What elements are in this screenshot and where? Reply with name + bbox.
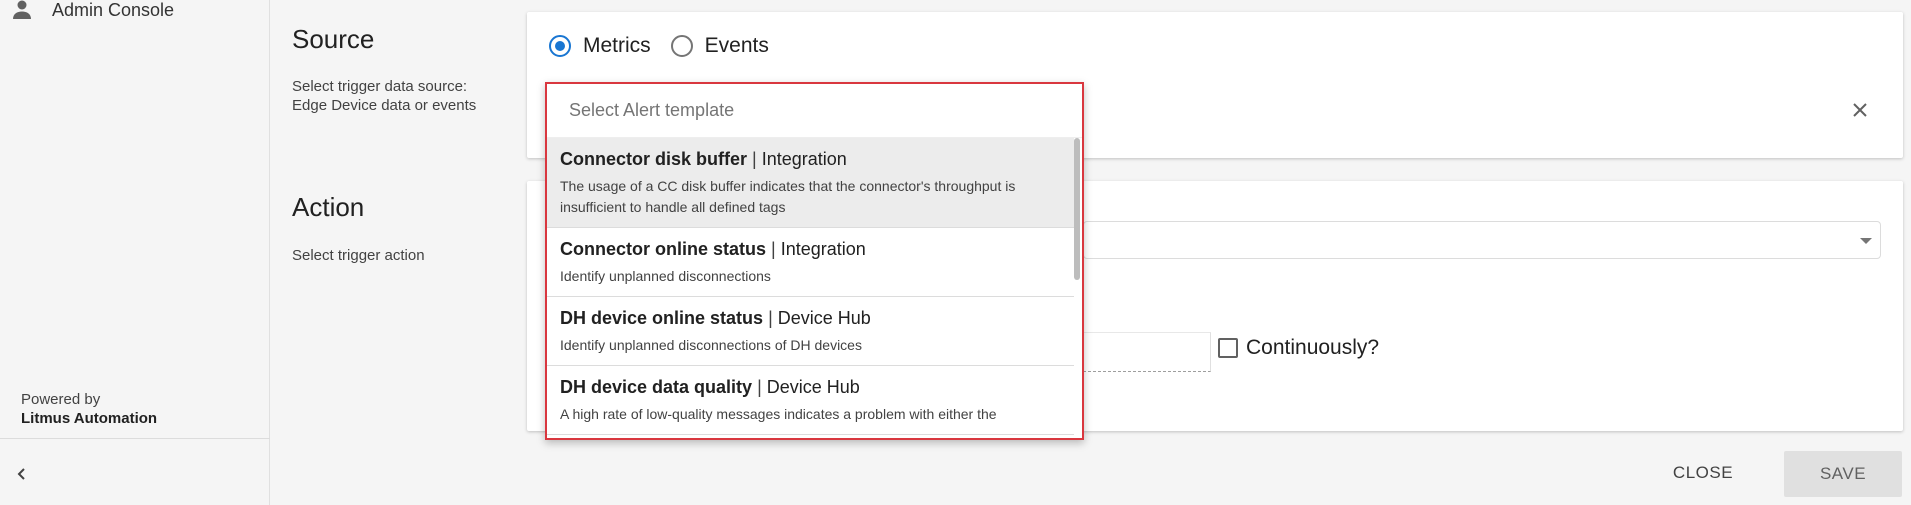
- source-title: Source: [292, 24, 375, 54]
- action-title: Action: [292, 192, 365, 222]
- list-item-title: DH device online status | Device Hub: [560, 307, 1050, 329]
- list-item[interactable]: DH device online status | Device Hub Ide…: [547, 297, 1074, 366]
- source-description: Select trigger data source: Edge Device …: [292, 77, 476, 115]
- sidebar-item-label: Admin Console: [52, 0, 175, 20]
- list-item-category: Device Hub: [777, 308, 871, 328]
- action-select[interactable]: [1083, 221, 1881, 259]
- collapse-sidebar-button[interactable]: [12, 462, 32, 486]
- list-item[interactable]: DH device data quality | Device Hub A hi…: [547, 366, 1074, 435]
- sidebar-item-admin-console[interactable]: Admin Console: [10, 0, 174, 22]
- clear-icon[interactable]: [1848, 98, 1872, 122]
- separator: |: [763, 308, 778, 328]
- radio-unchecked-icon: [670, 35, 693, 57]
- list-item[interactable]: Connector disk buffer | Integration The …: [547, 138, 1074, 228]
- list-item-category: Device Hub: [766, 377, 860, 397]
- alert-template-search-input[interactable]: Select Alert template: [547, 84, 1082, 138]
- alert-template-list: Connector disk buffer | Integration The …: [547, 138, 1082, 438]
- source-description-line1: Select trigger data source:: [292, 78, 468, 95]
- list-item-title: Connector disk buffer | Integration: [560, 148, 1050, 170]
- radio-events-label: Events: [704, 34, 769, 57]
- powered-by-label: Powered by: [21, 391, 101, 408]
- list-item-name: DH device online status: [560, 308, 764, 328]
- radio-checked-icon: [549, 35, 571, 57]
- checkbox-icon: [1218, 338, 1238, 358]
- separator: |: [752, 377, 767, 397]
- sidebar-divider: [0, 438, 270, 439]
- scrollbar-thumb[interactable]: [1074, 138, 1080, 280]
- list-item-category: Integration: [761, 149, 847, 169]
- save-button[interactable]: SAVE: [1784, 451, 1902, 497]
- list-item-category: Integration: [780, 239, 866, 259]
- list-item-description: The usage of a CC disk buffer indicates …: [560, 178, 1016, 215]
- source-radio-group: Metrics Events: [549, 34, 789, 58]
- source-description-line2: Edge Device data or events: [292, 97, 477, 114]
- person-icon: [13, 0, 31, 19]
- separator: |: [747, 149, 762, 169]
- list-item-description: Identify unplanned disconnections: [560, 268, 771, 284]
- powered-by: Powered by Litmus Automation: [21, 390, 157, 428]
- list-item-description: Identify unplanned disconnections of DH …: [560, 337, 862, 353]
- list-item-name: Connector online status: [560, 239, 767, 259]
- radio-metrics-label: Metrics: [583, 34, 651, 57]
- duration-input[interactable]: [1083, 332, 1211, 372]
- list-item-description: A high rate of low-quality messages indi…: [560, 406, 997, 422]
- chevron-down-icon: [1860, 238, 1872, 244]
- sidebar: Admin Console Powered by Litmus Automati…: [0, 0, 270, 505]
- continuously-checkbox[interactable]: Continuously?: [1218, 336, 1379, 360]
- radio-metrics[interactable]: Metrics: [549, 34, 651, 58]
- list-item[interactable]: Connector online status | Integration Id…: [547, 228, 1074, 297]
- close-button[interactable]: CLOSE: [1648, 451, 1758, 495]
- list-item-name: Connector disk buffer: [560, 149, 748, 169]
- continuously-label: Continuously?: [1246, 336, 1380, 359]
- chevron-left-icon: [17, 468, 25, 480]
- radio-events[interactable]: Events: [670, 34, 769, 58]
- separator: |: [766, 239, 781, 259]
- list-item-title: Connector online status | Integration: [560, 238, 1050, 260]
- list-item-title: DH device data quality | Device Hub: [560, 376, 1050, 398]
- alert-template-dropdown: Select Alert template Connector disk buf…: [545, 82, 1084, 440]
- brand-name: Litmus Automation: [21, 410, 158, 427]
- list-item-name: DH device data quality: [560, 377, 753, 397]
- action-description: Select trigger action: [292, 247, 425, 264]
